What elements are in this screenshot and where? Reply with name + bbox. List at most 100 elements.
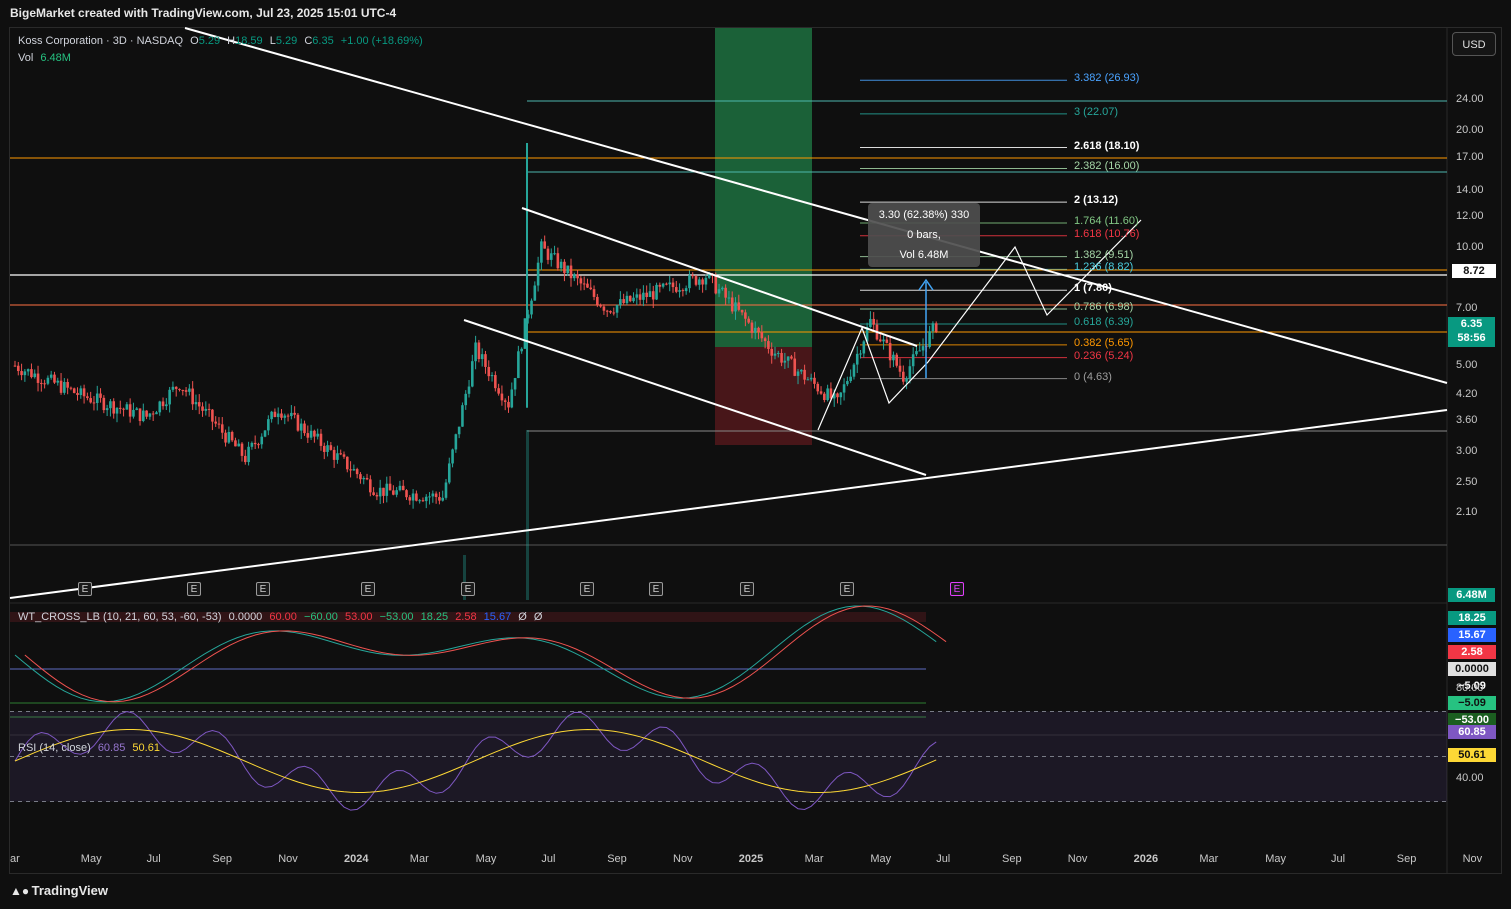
candle-body <box>790 356 793 359</box>
time-axis-label: 2026 <box>1133 853 1159 865</box>
candle-body <box>471 361 474 387</box>
currency-button[interactable]: USD <box>1452 32 1496 56</box>
candle-body <box>763 338 767 342</box>
candle-body <box>109 401 112 409</box>
wt-legend: WT_CROSS_LB (10, 21, 60, 53, -60, -53) 0… <box>18 611 546 623</box>
earnings-event-marker[interactable]: E <box>187 582 201 596</box>
candle-body <box>89 398 92 403</box>
candle-body <box>388 483 392 491</box>
price-axis-label: 10.00 <box>1456 241 1484 254</box>
candle-body <box>63 382 66 393</box>
candle-body <box>165 404 168 407</box>
candle-body <box>273 411 277 418</box>
earnings-event-marker[interactable]: E <box>580 582 594 596</box>
legend-high: 18.59 <box>235 35 263 47</box>
candle-body <box>299 423 303 431</box>
fib-level-label: 2.618 (18.10) <box>1074 139 1140 152</box>
fib-level-label: 2 (13.12) <box>1074 194 1119 207</box>
candle-body <box>211 409 214 422</box>
candle-body <box>727 297 731 299</box>
candle-body <box>69 387 73 389</box>
candle-body <box>227 431 231 443</box>
earnings-event-marker[interactable]: E <box>840 582 854 596</box>
wt-v6: 18.25 <box>420 611 449 623</box>
price-axis-label: 5.00 <box>1456 358 1478 371</box>
candle-body <box>839 392 843 398</box>
price-axis-label: 2.10 <box>1456 505 1478 518</box>
earnings-event-marker[interactable]: E <box>740 582 754 596</box>
earnings-event-marker[interactable]: E <box>649 582 663 596</box>
candle-body <box>158 401 162 413</box>
wt-value-badge: 18.25 <box>1448 611 1496 625</box>
candle-body <box>372 492 375 496</box>
earnings-event-marker[interactable]: E <box>361 582 375 596</box>
time-axis-label: Jul <box>541 853 556 865</box>
candle-body <box>487 366 491 377</box>
candle-body <box>401 485 405 491</box>
candle-body <box>56 380 60 383</box>
candle-body <box>385 483 389 496</box>
candle-body <box>836 393 839 398</box>
wt-v4: 53.00 <box>344 611 373 623</box>
candle-body <box>592 289 596 297</box>
fib-level-label: 0.236 (5.24) <box>1074 349 1134 362</box>
time-axis-label: Nov <box>1067 853 1088 865</box>
candle-body <box>303 423 306 434</box>
chart-canvas[interactable] <box>0 0 1511 909</box>
earnings-event-marker[interactable]: E <box>78 582 92 596</box>
candle-body <box>431 493 435 497</box>
candle-body <box>704 277 708 285</box>
measure-tooltip: 3.30 (62.38%) 330 0 bars, Vol 6.48M <box>868 203 980 267</box>
candle-body <box>461 405 464 427</box>
candle-body <box>546 248 550 260</box>
candle-body <box>744 312 747 319</box>
candle-body <box>36 373 40 383</box>
candle-body <box>230 431 234 441</box>
candle-body <box>332 449 336 460</box>
candle-body <box>197 402 201 407</box>
tooltip-line3: Vol 6.48M <box>899 249 949 261</box>
candle-body <box>615 305 619 313</box>
candle-body <box>724 287 727 298</box>
candle-body <box>276 413 280 418</box>
candle-body <box>694 276 698 285</box>
candle-body <box>454 434 458 450</box>
price-axis-label: 7.00 <box>1456 301 1478 314</box>
wt-v7: 2.58 <box>455 611 477 623</box>
candle-body <box>191 388 194 405</box>
candle-body <box>23 371 27 376</box>
time-axis-label: Jul <box>936 853 951 865</box>
earnings-event-marker[interactable]: E <box>461 582 475 596</box>
wt-v9: Ø <box>518 611 527 623</box>
candle-body <box>872 318 875 325</box>
tradingview-footer[interactable]: ▲● TradingView <box>10 883 108 898</box>
fib-level-label: 3.382 (26.93) <box>1074 72 1140 85</box>
candle-body <box>79 388 83 396</box>
wt-value-badge: 2.58 <box>1448 645 1496 659</box>
price-axis-label: 17.00 <box>1456 151 1484 164</box>
candle-body <box>559 261 563 269</box>
candle-body <box>681 290 685 292</box>
candle-body <box>53 374 56 383</box>
candle-body <box>852 364 856 377</box>
legend-symbol: Koss Corporation · 3D · NASDAQ <box>18 35 184 47</box>
candle-body <box>237 443 241 447</box>
candle-body <box>59 380 63 393</box>
candle-body <box>122 408 125 410</box>
candle-body <box>395 490 398 495</box>
candle-body <box>115 407 119 414</box>
channel-lower-line <box>463 319 927 476</box>
candle-body <box>474 342 477 362</box>
candle-body <box>365 477 369 480</box>
candle-body <box>599 304 602 307</box>
earnings-event-marker[interactable]: E <box>256 582 270 596</box>
candle-body <box>635 294 639 298</box>
candle-body <box>809 377 813 380</box>
candle-body <box>26 369 30 372</box>
earnings-event-marker[interactable]: E <box>950 582 964 596</box>
fib-level-label: 0.618 (6.39) <box>1074 316 1134 329</box>
candle-body <box>378 487 382 497</box>
candle-body <box>760 331 764 339</box>
candle-body <box>82 388 86 397</box>
wt-v2: 60.00 <box>269 611 297 623</box>
